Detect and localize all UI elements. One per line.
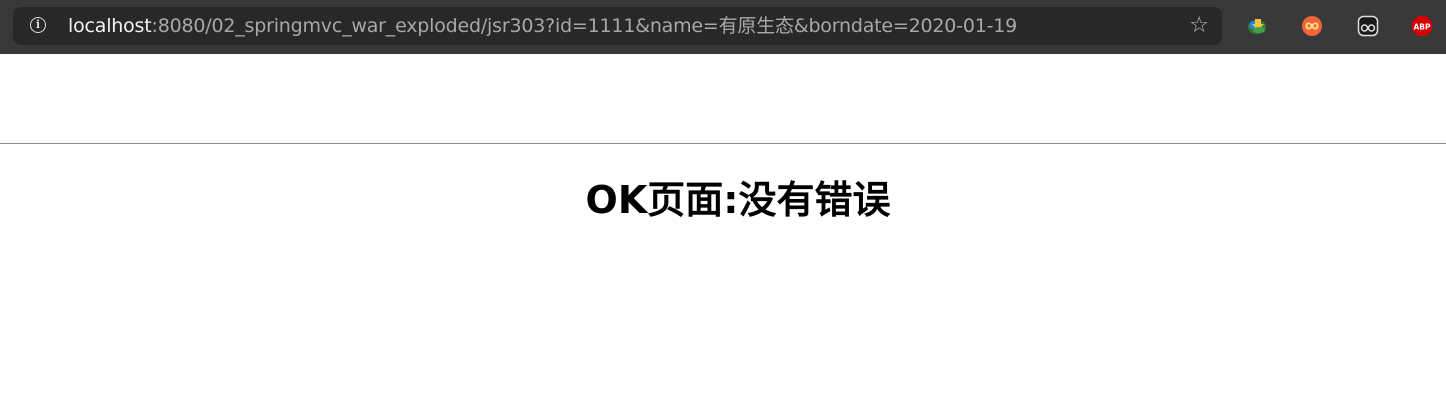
adblock-plus-icon[interactable]: ABP [1411,15,1433,37]
bookmark-star-icon[interactable]: ☆ [1189,13,1209,39]
url-host: localhost [68,15,152,37]
url-path: :8080/02_springmvc_war_exploded/jsr303?i… [151,15,1018,37]
svg-text:ABP: ABP [1413,23,1431,32]
page-heading: OK页面:没有错误 [585,178,891,222]
tab-face-icon[interactable] [1357,15,1379,37]
horizontal-rule [0,143,1446,144]
download-manager-icon[interactable] [1246,15,1268,37]
infinity-icon[interactable] [1301,15,1323,37]
url-text[interactable]: localhost:8080/02_springmvc_war_exploded… [68,15,1017,37]
browser-toolbar: i localhost:8080/02_springmvc_war_explod… [0,0,1446,54]
site-info-icon[interactable]: i [30,17,46,33]
address-bar[interactable]: i localhost:8080/02_springmvc_war_explod… [13,7,1222,45]
